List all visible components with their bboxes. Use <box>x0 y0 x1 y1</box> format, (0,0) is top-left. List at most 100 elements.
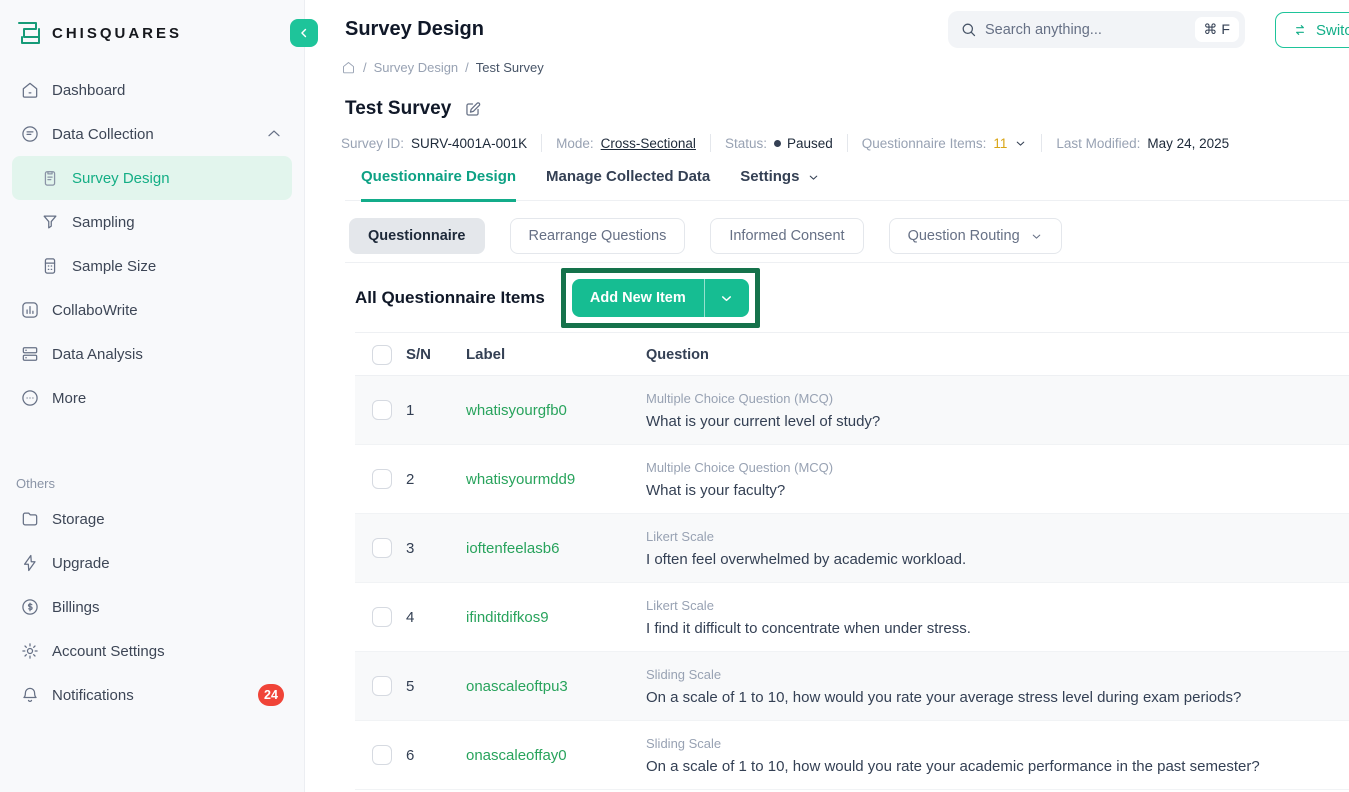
items-count-value: 11 <box>993 136 1007 151</box>
status-dot <box>774 140 781 147</box>
pill-label: Rearrange Questions <box>529 228 667 244</box>
question-type: Sliding Scale <box>646 667 1349 682</box>
breadcrumb-survey-design[interactable]: Survey Design <box>374 60 459 75</box>
row-checkbox[interactable] <box>372 400 392 420</box>
question-type: Likert Scale <box>646 529 1349 544</box>
row-label-link[interactable]: whatisyourmdd9 <box>466 471 646 488</box>
column-header-question: Question <box>646 347 1349 363</box>
sidebar-item-sample-size[interactable]: Sample Size <box>12 244 292 288</box>
sidebar-item-data-collection[interactable]: Data Collection <box>12 112 292 156</box>
question-type: Sliding Scale <box>646 736 1349 751</box>
sidebar-item-label: Storage <box>52 511 105 528</box>
sidebar-item-survey-design[interactable]: Survey Design <box>12 156 292 200</box>
row-checkbox[interactable] <box>372 538 392 558</box>
row-sn: 4 <box>406 609 466 626</box>
sidebar-item-label: Notifications <box>52 687 134 704</box>
sidebar-item-storage[interactable]: Storage <box>12 497 292 541</box>
last-modified-value: May 24, 2025 <box>1147 136 1229 151</box>
survey-id-label: Survey ID: <box>341 136 404 151</box>
row-sn: 3 <box>406 540 466 557</box>
sidebar-item-label: Data Collection <box>52 126 154 143</box>
sidebar-item-billings[interactable]: Billings <box>12 585 292 629</box>
section-title: All Questionnaire Items <box>355 288 545 308</box>
row-checkbox[interactable] <box>372 745 392 765</box>
question-text: I often feel overwhelmed by academic wor… <box>646 551 1349 568</box>
row-label-link[interactable]: onascaleoftpu3 <box>466 678 646 695</box>
pill-informed-consent[interactable]: Informed Consent <box>710 218 863 254</box>
pill-label: Question Routing <box>908 228 1020 244</box>
row-checkbox[interactable] <box>372 676 392 696</box>
sub-toolbar: Questionnaire Rearrange Questions Inform… <box>349 218 1062 254</box>
tab-manage-collected-data[interactable]: Manage Collected Data <box>546 168 710 200</box>
divider <box>345 262 1349 263</box>
search-shortcut-badge: ⌘ F <box>1195 17 1239 42</box>
chevron-left-icon <box>297 26 311 40</box>
others-section-label: Others <box>12 476 292 497</box>
add-new-item-label: Add New Item <box>572 279 704 317</box>
folder-icon <box>20 509 40 529</box>
row-label-link[interactable]: onascaleoffay0 <box>466 747 646 764</box>
sidebar-item-more[interactable]: More <box>12 376 292 420</box>
sidebar-collapse-button[interactable] <box>290 19 318 47</box>
row-sn: 1 <box>406 402 466 419</box>
add-new-item-button[interactable]: Add New Item <box>572 279 749 317</box>
row-checkbox[interactable] <box>372 607 392 627</box>
mode-label: Mode: <box>556 136 594 151</box>
row-label-link[interactable]: whatisyourgfb0 <box>466 402 646 419</box>
chevron-up-icon <box>264 124 284 144</box>
sidebar-item-data-analysis[interactable]: Data Analysis <box>12 332 292 376</box>
tabs: Questionnaire Design Manage Collected Da… <box>345 168 1349 201</box>
meta-divider <box>847 134 848 152</box>
sidebar-item-dashboard[interactable]: Dashboard <box>12 68 292 112</box>
meta-divider <box>710 134 711 152</box>
items-count-label: Questionnaire Items: <box>862 136 987 151</box>
pill-label: Informed Consent <box>729 228 844 244</box>
questionnaire-items-table: S/N Label Question 1 whatisyourgfb0 Mult… <box>355 334 1349 790</box>
question-text: I find it difficult to concentrate when … <box>646 620 1349 637</box>
tab-settings[interactable]: Settings <box>740 168 820 200</box>
sidebar-item-label: Account Settings <box>52 643 165 660</box>
edit-pencil-icon[interactable] <box>463 100 482 119</box>
brand-name: CHISQUARES <box>52 25 182 42</box>
more-circle-icon <box>20 388 40 408</box>
tab-label: Manage Collected Data <box>546 168 710 185</box>
bar-chart-icon <box>20 300 40 320</box>
sidebar-item-account-settings[interactable]: Account Settings <box>12 629 292 673</box>
add-new-item-dropdown[interactable] <box>705 279 749 317</box>
pill-rearrange-questions[interactable]: Rearrange Questions <box>510 218 686 254</box>
breadcrumb-test-survey: Test Survey <box>476 60 544 75</box>
row-label-link[interactable]: ifinditdifkos9 <box>466 609 646 626</box>
table-header-row: S/N Label Question <box>355 334 1349 376</box>
switch-arrows-icon <box>1292 22 1308 38</box>
mode-value[interactable]: Cross-Sectional <box>601 136 696 151</box>
home-breadcrumb-icon[interactable] <box>341 60 356 75</box>
sidebar-item-notifications[interactable]: Notifications 24 <box>12 673 292 717</box>
page-title: Survey Design <box>345 18 484 41</box>
pill-question-routing[interactable]: Question Routing <box>889 218 1062 254</box>
funnel-icon <box>40 212 60 232</box>
pill-questionnaire[interactable]: Questionnaire <box>349 218 485 254</box>
breadcrumb-separator: / <box>363 60 367 75</box>
column-header-label: Label <box>466 346 646 363</box>
brand-logo: CHISQUARES <box>0 0 304 60</box>
search-input[interactable] <box>985 22 1187 38</box>
row-checkbox[interactable] <box>372 469 392 489</box>
row-label-link[interactable]: ioftenfeelasb6 <box>466 540 646 557</box>
chevron-down-icon[interactable] <box>1014 137 1027 150</box>
sidebar-item-collabowrite[interactable]: CollaboWrite <box>12 288 292 332</box>
server-icon <box>20 344 40 364</box>
bell-icon <box>20 685 40 705</box>
meta-divider <box>541 134 542 152</box>
global-search[interactable]: ⌘ F <box>948 11 1245 48</box>
status-label: Status: <box>725 136 767 151</box>
pill-label: Questionnaire <box>368 228 466 244</box>
row-sn: 5 <box>406 678 466 695</box>
switch-button-label: Switch <box>1316 22 1349 39</box>
select-all-checkbox[interactable] <box>372 345 392 365</box>
sidebar-item-sampling[interactable]: Sampling <box>12 200 292 244</box>
sidebar-item-label: Upgrade <box>52 555 110 572</box>
breadcrumb-separator: / <box>465 60 469 75</box>
tab-questionnaire-design[interactable]: Questionnaire Design <box>361 168 516 202</box>
switch-button[interactable]: Switch <box>1275 12 1349 48</box>
sidebar-item-upgrade[interactable]: Upgrade <box>12 541 292 585</box>
